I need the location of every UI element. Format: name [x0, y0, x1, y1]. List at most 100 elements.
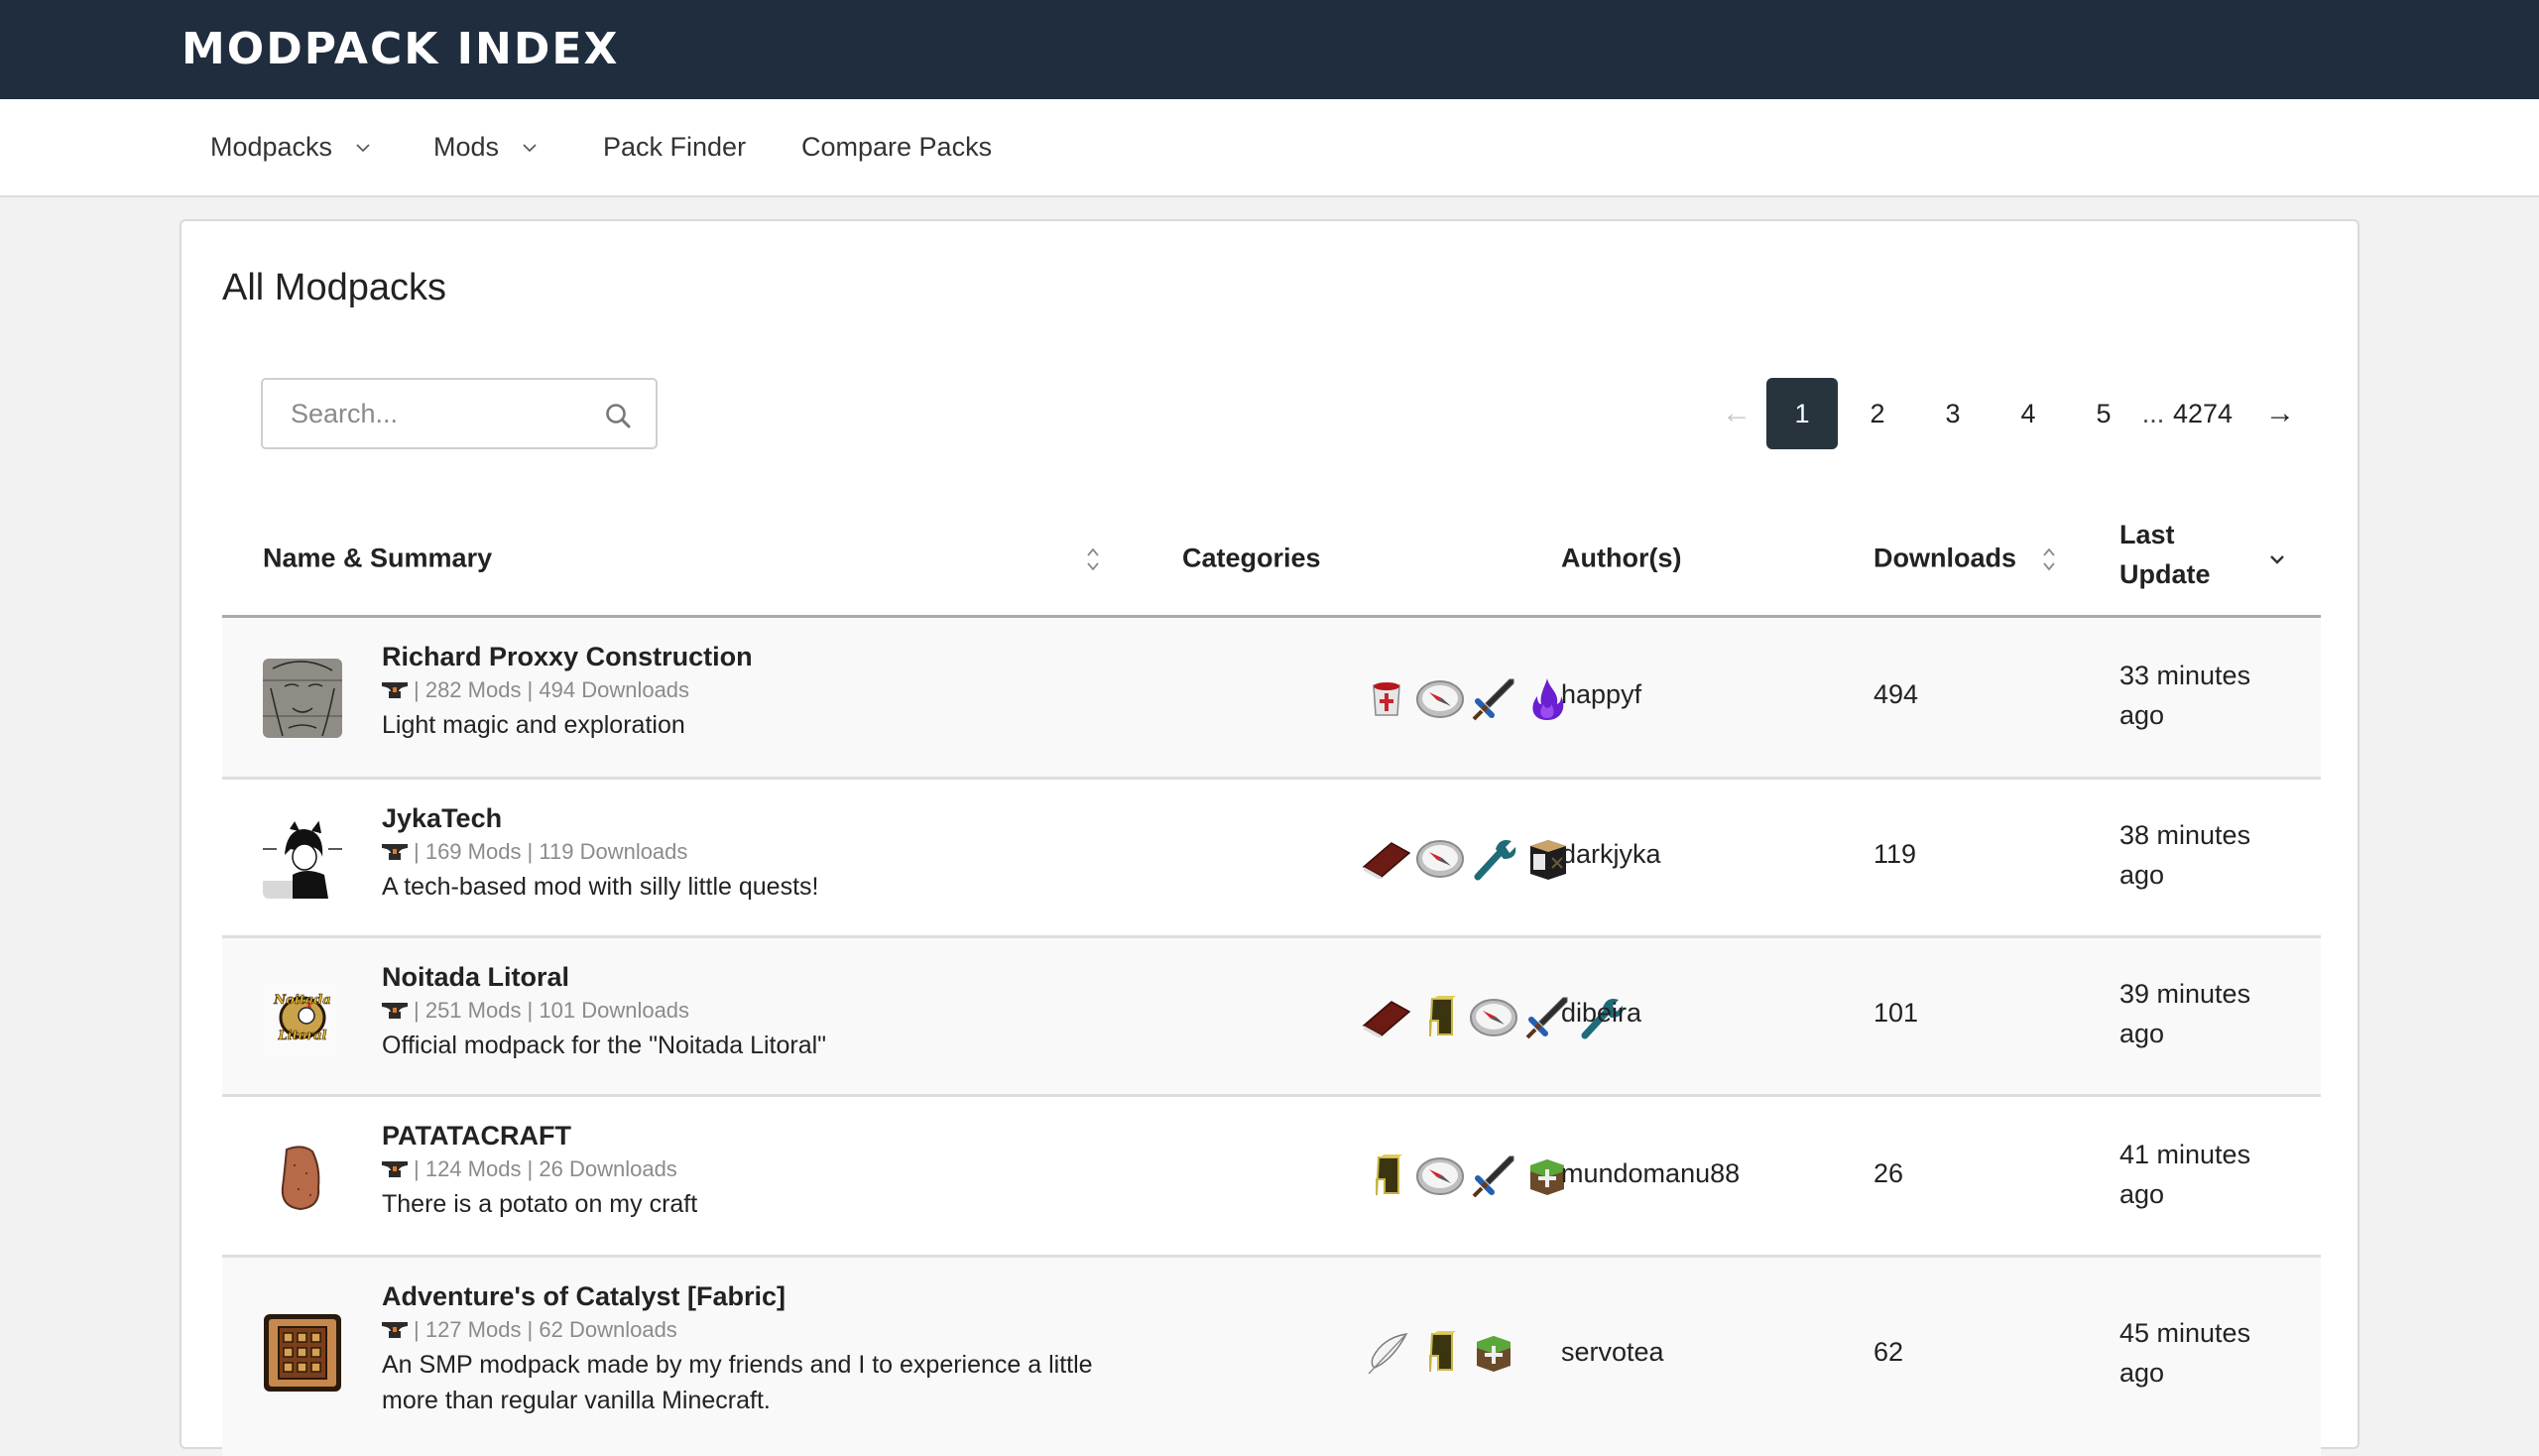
nav-item-modpacks[interactable]: Modpacks	[210, 99, 372, 195]
pack-meta: | 251 Mods | 101 Downloads	[382, 994, 1096, 1028]
categories	[1361, 673, 1575, 725]
paint-bucket-icon[interactable]	[1361, 673, 1412, 725]
svg-text:Litoral: Litoral	[278, 1029, 327, 1043]
page-button-3[interactable]: 3	[1917, 378, 1989, 449]
pagination-ellipsis: ...	[2141, 398, 2165, 428]
noitada-logo-icon: Noitada Litoral	[263, 978, 342, 1057]
pack-downloads: 26	[1874, 1158, 1904, 1188]
sketch-portrait-icon	[263, 659, 342, 738]
avatar[interactable]	[263, 1138, 342, 1217]
table-row[interactable]: Adventure's of Catalyst [Fabric] | 127 M…	[222, 1258, 2321, 1456]
feather-icon[interactable]	[1361, 1327, 1412, 1379]
pack-name-link[interactable]: Noitada Litoral	[382, 960, 1096, 994]
next-page-button[interactable]: →	[2252, 378, 2308, 449]
pack-info: PATATACRAFT | 124 Mods | 26 Downloads Th…	[382, 1119, 1096, 1222]
compass-icon[interactable]	[1414, 673, 1466, 725]
pack-summary: An SMP modpack made by my friends and I …	[382, 1351, 1093, 1414]
nav-item-mods[interactable]: Mods	[433, 99, 539, 195]
nav-item-label: Compare Packs	[801, 132, 993, 162]
sort-desc-icon[interactable]	[2268, 553, 2286, 565]
book-icon[interactable]	[1361, 833, 1412, 885]
pack-summary: Official modpack for the "Noitada Litora…	[382, 1031, 827, 1059]
avatar[interactable]	[263, 1313, 342, 1393]
compass-icon[interactable]	[1414, 1151, 1466, 1202]
pack-author[interactable]: mundomanu88	[1561, 1158, 1740, 1189]
table-row[interactable]: PATATACRAFT | 124 Mods | 26 Downloads Th…	[222, 1097, 2321, 1258]
modpacks-table: Name & Summary Categories Author(s) Down…	[222, 501, 2321, 1456]
page-button-last[interactable]: 4274	[2165, 378, 2240, 449]
anvil-icon	[382, 1322, 408, 1338]
table-row[interactable]: Richard Proxxy Construction | 282 Mods |…	[222, 618, 2321, 780]
page-button-5[interactable]: 5	[2068, 378, 2139, 449]
column-header-categories: Categories	[1182, 543, 1321, 572]
pack-author[interactable]: servotea	[1561, 1337, 1664, 1368]
sword-icon[interactable]	[1468, 673, 1519, 725]
compass-icon[interactable]	[1468, 992, 1519, 1043]
pack-meta: | 282 Mods | 494 Downloads	[382, 673, 1096, 707]
sort-icon[interactable]	[1085, 545, 1101, 574]
pack-downloads: 494	[1874, 679, 1919, 709]
pack-last-update: 38 minutes ago	[2119, 820, 2251, 890]
pack-author[interactable]: happyf	[1561, 679, 1641, 710]
wrench-icon[interactable]	[1468, 833, 1519, 885]
anvil-icon	[382, 682, 408, 698]
page-button-4[interactable]: 4	[1993, 378, 2064, 449]
pack-last-update: 41 minutes ago	[2119, 1140, 2251, 1209]
avatar[interactable]	[263, 819, 342, 899]
pack-author[interactable]: darkjyka	[1561, 839, 1661, 870]
column-header-last-update[interactable]: Last Update	[2119, 515, 2229, 594]
pack-name-link[interactable]: Adventure's of Catalyst [Fabric]	[382, 1279, 1096, 1313]
pack-last-update: 39 minutes ago	[2119, 979, 2251, 1048]
sort-icon[interactable]	[2041, 545, 2057, 574]
compass-icon[interactable]	[1414, 833, 1466, 885]
pack-downloads: 119	[1874, 839, 1917, 869]
modpacks-card: All Modpacks ← 1 2 3 4 5 ... 4274 → Name…	[180, 219, 2359, 1456]
avatar[interactable]: Noitada Litoral	[263, 978, 342, 1057]
column-header-authors: Author(s)	[1561, 543, 1682, 572]
pack-info: JykaTech | 169 Mods | 119 Downloads A te…	[382, 801, 1096, 905]
nav-item-label: Pack Finder	[603, 132, 747, 162]
book-icon[interactable]	[1361, 992, 1412, 1043]
nav-item-compare-packs[interactable]: Compare Packs	[801, 99, 992, 195]
pack-last-update: 45 minutes ago	[2119, 1318, 2251, 1388]
catgirl-drawing-icon	[263, 819, 342, 899]
table-header: Name & Summary Categories Author(s) Down…	[222, 501, 2321, 618]
pack-name-link[interactable]: PATATACRAFT	[382, 1119, 1096, 1153]
column-header-downloads[interactable]: Downloads	[1874, 543, 2016, 573]
categories	[1361, 1151, 1575, 1202]
pack-info: Noitada Litoral | 251 Mods | 101 Downloa…	[382, 960, 1096, 1063]
pack-summary: There is a potato on my craft	[382, 1190, 698, 1218]
pack-author[interactable]: dibeira	[1561, 998, 1641, 1029]
pack-info: Richard Proxxy Construction | 282 Mods |…	[382, 640, 1096, 743]
avatar[interactable]	[263, 659, 342, 738]
grass-plus-icon[interactable]	[1468, 1327, 1519, 1379]
crafting-table-icon	[264, 1314, 341, 1392]
anvil-icon	[382, 1003, 408, 1019]
yellow-block-icon[interactable]	[1414, 1327, 1466, 1379]
page-button-1[interactable]: 1	[1766, 378, 1838, 449]
pack-downloads: 62	[1874, 1337, 1904, 1367]
nav-item-pack-finder[interactable]: Pack Finder	[603, 99, 746, 195]
site-header: MODPACK INDEX	[0, 0, 2539, 99]
chevron-down-icon	[523, 143, 537, 152]
pack-meta: | 169 Mods | 119 Downloads	[382, 835, 1096, 869]
site-logo[interactable]: MODPACK INDEX	[181, 26, 619, 73]
yellow-block-icon[interactable]	[1414, 992, 1466, 1043]
pack-name-link[interactable]: JykaTech	[382, 801, 1096, 835]
table-row[interactable]: Noitada Litoral Noitada Litoral | 251 Mo…	[222, 938, 2321, 1097]
pack-info: Adventure's of Catalyst [Fabric] | 127 M…	[382, 1279, 1096, 1418]
page-button-2[interactable]: 2	[1842, 378, 1913, 449]
anvil-icon	[382, 844, 408, 860]
yellow-block-icon[interactable]	[1361, 1151, 1412, 1202]
svg-text:Noitada: Noitada	[273, 993, 330, 1008]
column-header-name[interactable]: Name & Summary	[263, 543, 492, 573]
pack-meta: | 124 Mods | 26 Downloads	[382, 1153, 1096, 1186]
sword-icon[interactable]	[1468, 1151, 1519, 1202]
prev-page-button[interactable]: ←	[1709, 378, 1764, 449]
pack-last-update: 33 minutes ago	[2119, 661, 2251, 730]
table-row[interactable]: JykaTech | 169 Mods | 119 Downloads A te…	[222, 780, 2321, 938]
search-icon[interactable]	[604, 402, 632, 429]
search-input[interactable]	[263, 380, 580, 447]
anvil-icon	[382, 1161, 408, 1177]
pack-name-link[interactable]: Richard Proxxy Construction	[382, 640, 1096, 673]
